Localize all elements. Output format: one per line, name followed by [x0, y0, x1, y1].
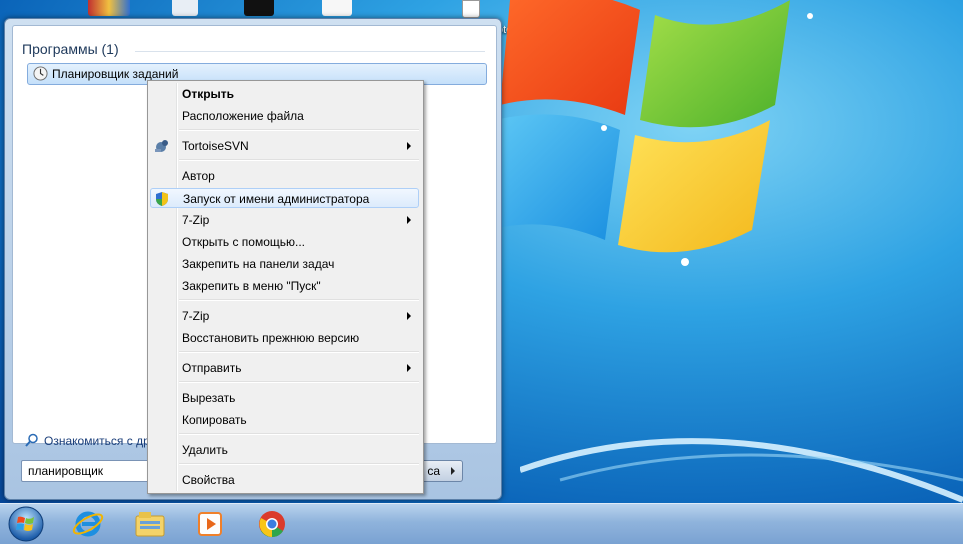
menu-item-cut[interactable]: Вырезать [150, 388, 419, 408]
menu-item-restore-version[interactable]: Восстановить прежнюю версию [150, 328, 419, 348]
context-menu: Открыть Расположение файла TortoiseSVN А… [147, 80, 424, 494]
windows-explorer-icon[interactable] [130, 504, 170, 544]
menu-item-properties[interactable]: Свойства [150, 470, 419, 490]
chrome-icon[interactable] [252, 504, 292, 544]
search-icon [25, 433, 38, 447]
menu-item-author[interactable]: Автор [150, 166, 419, 186]
submenu-arrow-icon [407, 364, 411, 372]
shutdown-button-label: са [427, 464, 440, 478]
menu-item-file-location[interactable]: Расположение файла [150, 106, 419, 126]
media-player-icon[interactable] [190, 504, 230, 544]
taskbar [0, 503, 963, 544]
tortoisesvn-icon [155, 140, 168, 152]
uac-shield-icon [156, 192, 168, 206]
desktop-document-icon[interactable] [172, 0, 198, 16]
menu-item-pin-start[interactable]: Закрепить в меню "Пуск" [150, 276, 419, 296]
internet-explorer-icon[interactable] [68, 504, 108, 544]
menu-separator [179, 381, 419, 383]
menu-item-7zip-2[interactable]: 7-Zip [150, 306, 419, 326]
menu-item-run-as-admin[interactable]: Запуск от имени администратора [150, 188, 419, 208]
windows-logo-wallpaper [490, 0, 813, 266]
chevron-right-icon [451, 467, 455, 475]
menu-separator [179, 129, 419, 131]
menu-separator [179, 299, 419, 301]
menu-separator [179, 463, 419, 465]
see-more-results-link[interactable]: Ознакомиться с дру [44, 434, 156, 448]
programs-section-header: Программы (1) [22, 41, 119, 57]
menu-item-delete[interactable]: Удалить [150, 440, 419, 460]
submenu-arrow-icon [407, 142, 411, 150]
menu-item-pin-taskbar[interactable]: Закрепить на панели задач [150, 254, 419, 274]
desktop-black-icon[interactable] [244, 0, 274, 16]
submenu-arrow-icon [407, 216, 411, 224]
search-input-value: планировщик [28, 464, 104, 478]
menu-item-copy[interactable]: Копировать [150, 410, 419, 430]
menu-item-open[interactable]: Открыть [150, 84, 419, 104]
submenu-arrow-icon [407, 312, 411, 320]
menu-item-tortoisesvn[interactable]: TortoiseSVN [150, 136, 419, 156]
menu-separator [179, 159, 419, 161]
section-divider [135, 51, 485, 52]
desktop-shortcut-arrow-icon[interactable] [462, 0, 480, 18]
menu-separator [179, 433, 419, 435]
menu-item-open-with[interactable]: Открыть с помощью... [150, 232, 419, 252]
menu-item-send-to[interactable]: Отправить [150, 358, 419, 378]
wallpaper-light-swoosh [520, 438, 963, 503]
start-orb-icon[interactable] [6, 505, 46, 543]
menu-separator [179, 351, 419, 353]
clock-icon [33, 66, 48, 81]
desktop-shortcut-icon[interactable] [88, 0, 130, 16]
shutdown-options-button[interactable] [444, 460, 463, 482]
search-result-label: Планировщик заданий [52, 67, 179, 81]
desktop-file-icon[interactable] [322, 0, 352, 16]
menu-item-7zip[interactable]: 7-Zip [150, 210, 419, 230]
